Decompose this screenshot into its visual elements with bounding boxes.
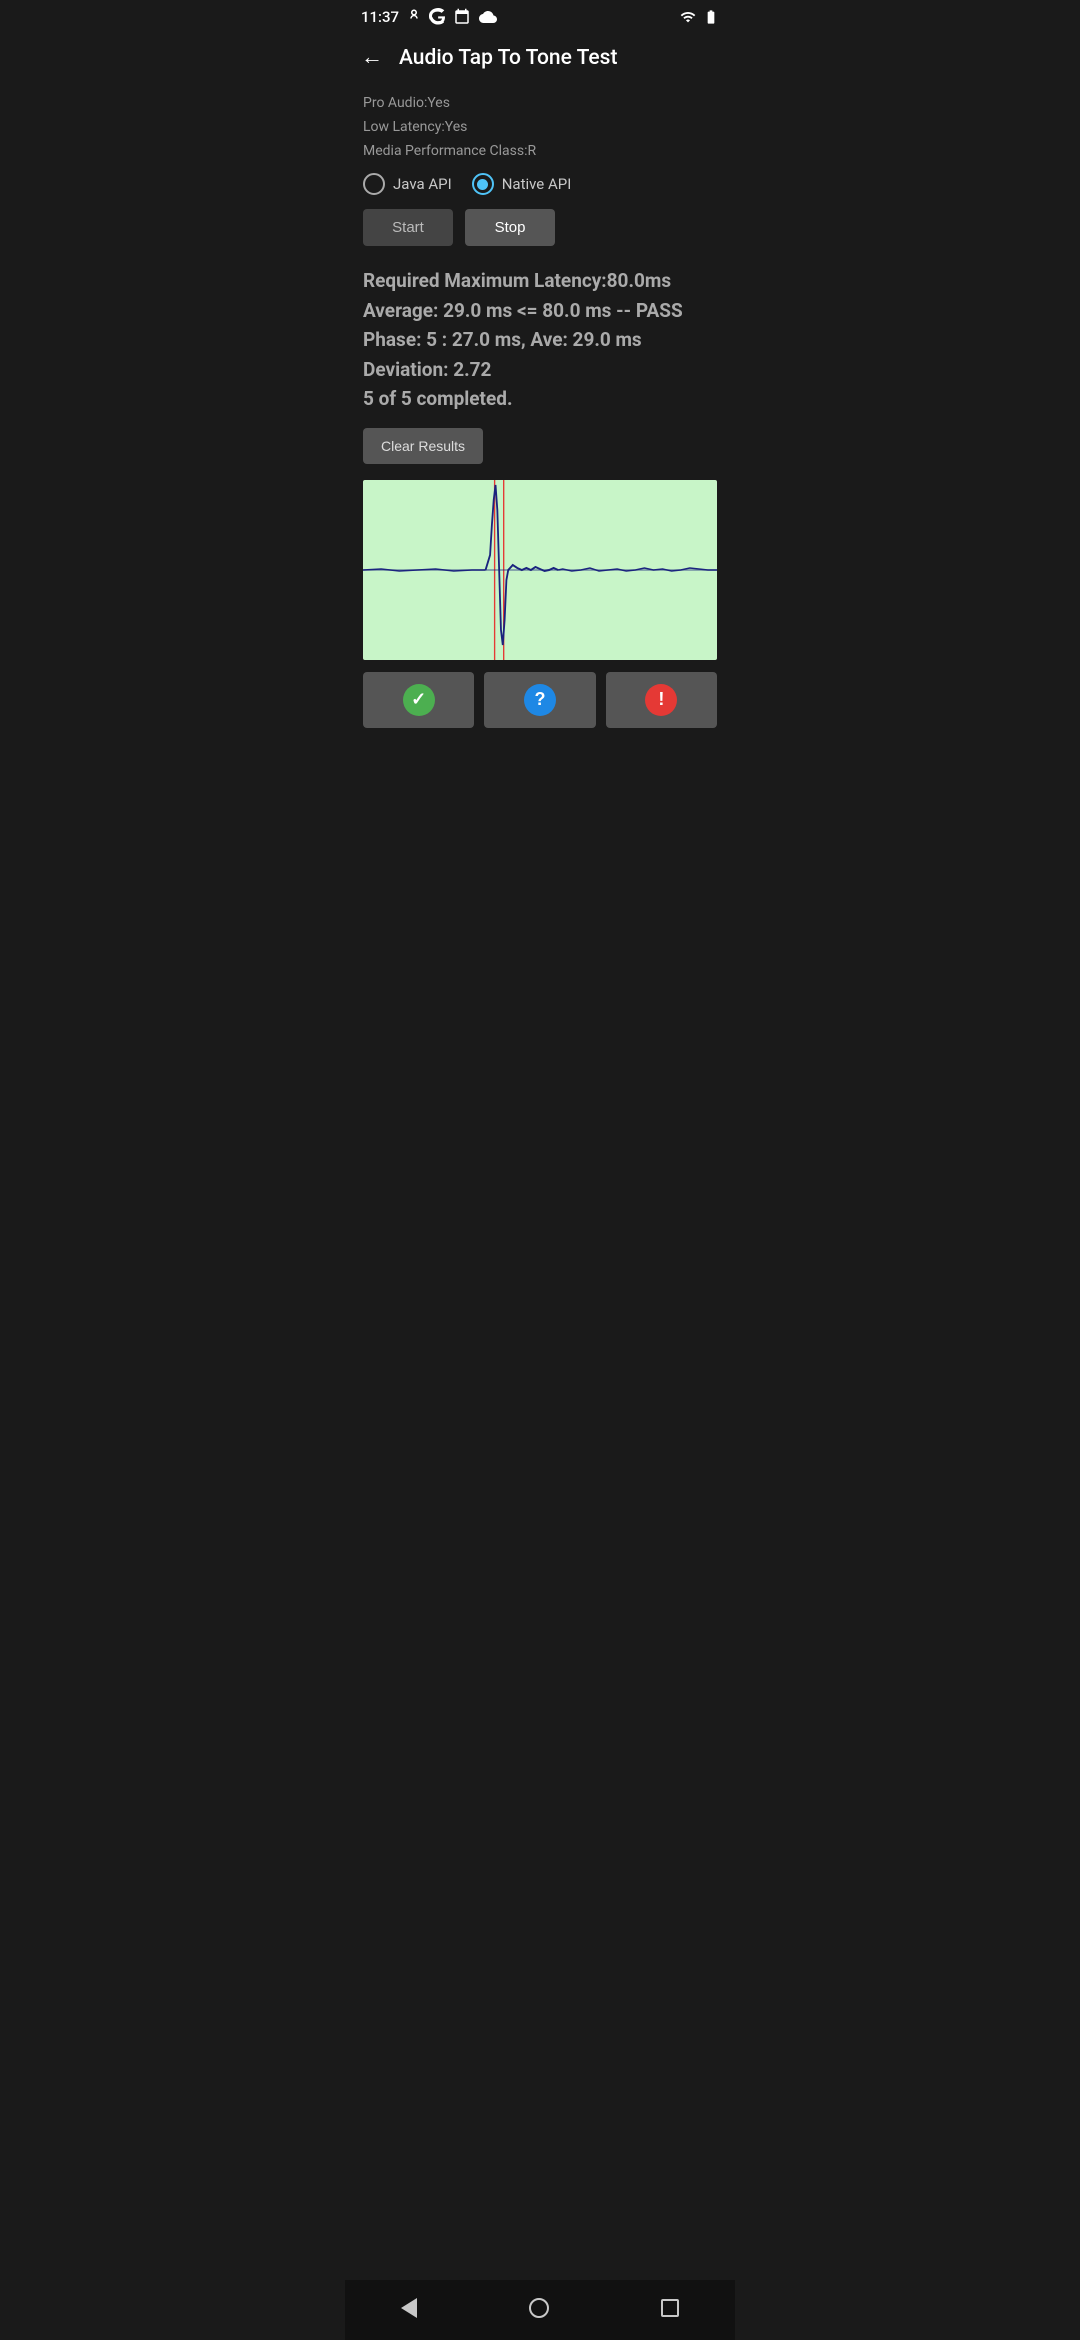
question-icon: ? (524, 684, 556, 716)
result-line-1: Required Maximum Latency:80.0ms (363, 266, 717, 295)
low-latency-info: Low Latency:Yes (363, 116, 717, 140)
nav-home-button[interactable] (505, 2292, 573, 2324)
java-api-radio[interactable]: Java API (363, 173, 452, 195)
result-icon-buttons: ✓ ? ! (363, 672, 717, 728)
exclamation-icon: ! (645, 684, 677, 716)
info-icon-button[interactable]: ? (484, 672, 595, 728)
battery-icon (703, 8, 719, 26)
recents-square-icon (661, 2299, 679, 2317)
status-bar: 11:37 (345, 0, 735, 32)
result-line-3: Phase: 5 : 27.0 ms, Ave: 29.0 ms (363, 325, 717, 354)
back-button[interactable]: ← (361, 47, 383, 69)
calendar-icon (453, 8, 471, 26)
status-time: 11:37 (361, 8, 399, 26)
google-icon (429, 8, 447, 26)
waveform-svg (363, 480, 717, 660)
app-bar: ← Audio Tap To Tone Test (345, 32, 735, 84)
page-title: Audio Tap To Tone Test (399, 46, 617, 70)
pass-icon-button[interactable]: ✓ (363, 672, 474, 728)
waveform-chart (363, 480, 717, 660)
result-line-2: Average: 29.0 ms <= 80.0 ms -- PASS (363, 296, 717, 325)
native-api-label: Native API (502, 175, 572, 193)
home-circle-icon (529, 2298, 549, 2318)
native-api-radio[interactable]: Native API (472, 173, 572, 195)
warning-icon-button[interactable]: ! (606, 672, 717, 728)
results-block: Required Maximum Latency:80.0ms Average:… (363, 266, 717, 413)
java-api-label: Java API (393, 175, 452, 193)
nav-bar (345, 2280, 735, 2340)
stop-button[interactable]: Stop (465, 209, 555, 246)
native-api-radio-circle (472, 173, 494, 195)
nav-recents-button[interactable] (637, 2293, 703, 2323)
cloud-icon (477, 8, 499, 26)
content-area: Pro Audio:Yes Low Latency:Yes Media Perf… (345, 84, 735, 728)
result-line-5: 5 of 5 completed. (363, 384, 717, 413)
fan-icon (405, 8, 423, 26)
result-line-4: Deviation: 2.72 (363, 355, 717, 384)
status-icons (678, 8, 719, 26)
pro-audio-info: Pro Audio:Yes (363, 92, 717, 116)
nav-back-button[interactable] (377, 2292, 441, 2324)
start-button[interactable]: Start (363, 209, 453, 246)
media-perf-info: Media Performance Class:R (363, 140, 717, 164)
api-radio-group: Java API Native API (363, 173, 717, 195)
back-triangle-icon (401, 2298, 417, 2318)
native-api-radio-inner (477, 179, 488, 190)
java-api-radio-circle (363, 173, 385, 195)
wifi-icon (678, 9, 698, 25)
device-info: Pro Audio:Yes Low Latency:Yes Media Perf… (363, 92, 717, 163)
checkmark-icon: ✓ (403, 684, 435, 716)
control-buttons: Start Stop (363, 209, 717, 246)
clear-results-button[interactable]: Clear Results (363, 428, 483, 464)
